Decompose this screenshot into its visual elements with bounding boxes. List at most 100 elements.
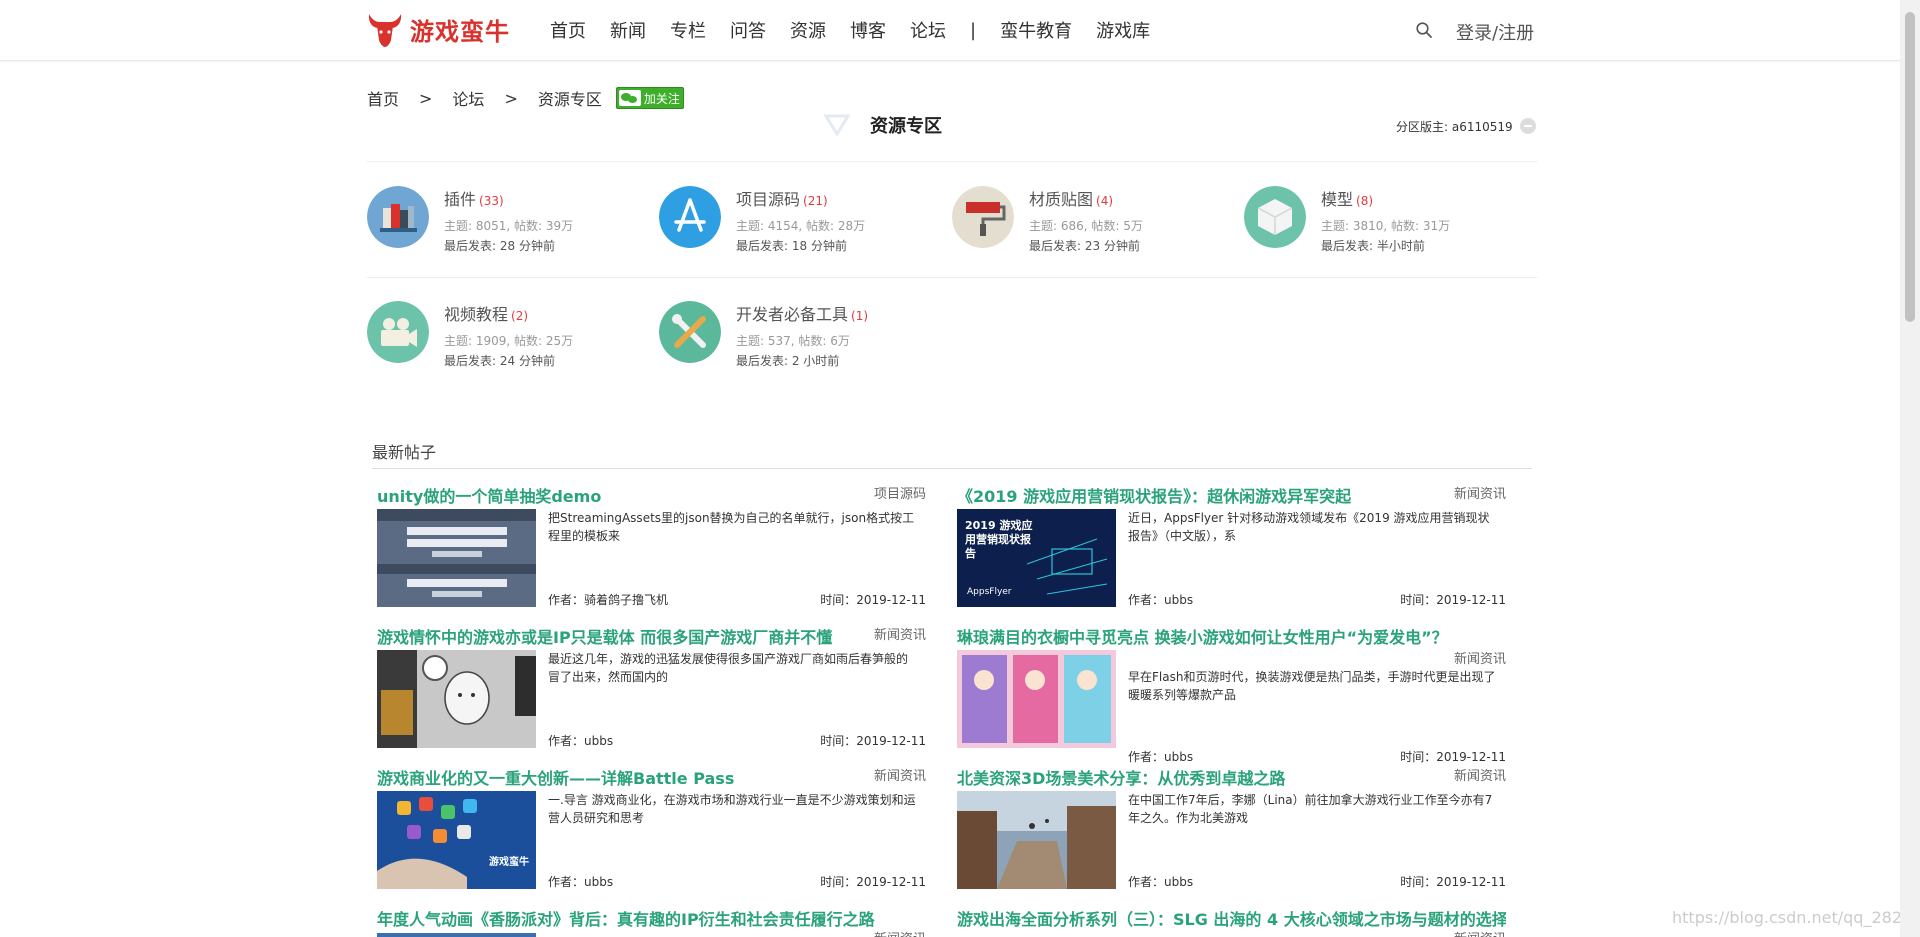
forum-last-post[interactable]: 最后发表: 18 分钟前 [736, 237, 847, 254]
post-author[interactable]: 作者：ubbs [1128, 748, 1193, 765]
post-title[interactable]: 北美资深3D场景美术分享：从优秀到卓越之路 [957, 765, 1285, 789]
nav-resources[interactable]: 资源 [790, 17, 826, 43]
forum-count: (4) [1096, 194, 1114, 208]
forum-last-post[interactable]: 最后发表: 28 分钟前 [444, 237, 555, 254]
nav-qa[interactable]: 问答 [730, 17, 766, 43]
bull-logo-icon [368, 14, 402, 47]
post-author[interactable]: 作者：ubbs [1128, 591, 1193, 608]
post-time: 时间：2019-12-11 [1400, 875, 1506, 889]
forum-last-post[interactable]: 最后发表: 24 分钟前 [444, 352, 555, 369]
post-item: 游戏情怀中的游戏亦或是IP只是载体 而很多国产游戏厂商并不懂 新闻资讯 最近这几… [372, 624, 926, 756]
post-title[interactable]: 游戏商业化的又一重大创新——详解Battle Pass [377, 765, 734, 789]
logo-text: 游戏蛮牛 [410, 17, 510, 46]
forum-name[interactable]: 材质贴图 [1029, 190, 1093, 209]
post-thumbnail[interactable]: 2019 游戏应用营销现状报告 AppsFlyer [957, 509, 1116, 607]
forum-textures[interactable]: 材质贴图 (4) 主题: 686, 帖数: 5万 最后发表: 23 分钟前 [952, 186, 1232, 256]
forum-last-post[interactable]: 最后发表: 23 分钟前 [1029, 237, 1140, 254]
nav-forum[interactable]: 论坛 [910, 17, 946, 43]
forum-stats: 主题: 1909, 帖数: 25万 [444, 334, 574, 348]
forum-count: (2) [511, 309, 529, 323]
forum-stats: 主题: 8051, 帖数: 39万 [444, 219, 574, 233]
forum-name[interactable]: 模型 [1321, 190, 1353, 209]
post-thumbnail[interactable] [957, 791, 1116, 889]
nav-home[interactable]: 首页 [550, 17, 586, 43]
cube-icon [1244, 186, 1306, 248]
post-category[interactable]: 新闻资讯 [1454, 928, 1506, 937]
video-camera-icon [367, 301, 429, 363]
post-title[interactable]: 琳琅满目的衣橱中寻觅亮点 换装小游戏如何让女性用户“为爱发电”？ [957, 624, 1448, 648]
post-item: 《2019 游戏应用营销现状报告》：超休闲游戏异军突起 新闻资讯 2019 游戏… [952, 483, 1506, 615]
post-category[interactable]: 新闻资讯 [1454, 765, 1506, 784]
top-navbar: 游戏蛮牛 首页 新闻 专栏 问答 资源 博客 论坛 | 蛮牛教育 游戏库 登录/… [0, 0, 1900, 61]
post-time: 时间：2019-12-11 [820, 734, 926, 748]
divider [367, 277, 1537, 278]
post-author[interactable]: 作者：骑着鸽子撸飞机 [548, 591, 668, 608]
post-item: unity做的一个简单抽奖demo 项目源码 把StreamingAssets里… [372, 483, 926, 615]
page-scrollbar[interactable] [1900, 0, 1920, 937]
forum-project-source[interactable]: 项目源码 (21) 主题: 4154, 帖数: 28万 最后发表: 18 分钟前 [659, 186, 939, 256]
nav-blog[interactable]: 博客 [850, 17, 886, 43]
post-thumbnail[interactable]: 游戏蛮牛 [377, 791, 536, 889]
post-title[interactable]: 《2019 游戏应用营销现状报告》：超休闲游戏异军突起 [957, 483, 1351, 507]
post-author[interactable]: 作者：ubbs [548, 732, 613, 749]
breadcrumb-resources[interactable]: 资源专区 [538, 86, 602, 110]
post-description: 早在Flash和页游时代，换装游戏便是热门品类，手游时代更是出现了暖暖系列等爆款… [1128, 670, 1496, 702]
forum-dev-tools[interactable]: 开发者必备工具 (1) 主题: 537, 帖数: 6万 最后发表: 2 小时前 [659, 301, 939, 371]
post-category[interactable]: 新闻资讯 [874, 765, 926, 784]
post-category[interactable]: 新闻资讯 [1454, 483, 1506, 502]
post-title[interactable]: 年度人气动画《香肠派对》背后：真有趣的IP衍生和社会责任履行之路 [377, 906, 875, 930]
paint-roller-icon [952, 186, 1014, 248]
forum-plugins[interactable]: 插件 (33) 主题: 8051, 帖数: 39万 最后发表: 28 分钟前 [367, 186, 647, 256]
post-title[interactable]: unity做的一个简单抽奖demo [377, 483, 601, 507]
post-author[interactable]: 作者：ubbs [548, 873, 613, 890]
forum-models[interactable]: 模型 (8) 主题: 3810, 帖数: 31万 最后发表: 半小时前 [1244, 186, 1524, 256]
post-thumbnail[interactable] [377, 933, 536, 937]
post-time: 时间：2019-12-11 [1400, 593, 1506, 607]
forum-count: (1) [851, 309, 869, 323]
scrollbar-thumb[interactable] [1905, 12, 1915, 322]
collapse-icon[interactable] [1520, 118, 1536, 134]
forum-name[interactable]: 视频教程 [444, 305, 508, 324]
search-icon[interactable] [1416, 22, 1432, 38]
post-author[interactable]: 作者：ubbs [1128, 873, 1193, 890]
section-title: 资源专区 [870, 116, 942, 137]
post-item: 游戏出海全面分析系列（三）：SLG 出海的 4 大核心领域之市场与题材的选择 新… [952, 906, 1506, 937]
thumbnail-caption: 2019 游戏应用营销现状报告 [965, 519, 1033, 560]
forum-name[interactable]: 项目源码 [736, 190, 800, 209]
nav-separator: | [970, 19, 977, 41]
forum-name[interactable]: 插件 [444, 190, 476, 209]
forum-last-post[interactable]: 最后发表: 半小时前 [1321, 237, 1425, 254]
post-thumbnail[interactable] [957, 650, 1116, 748]
forum-video-tutorials[interactable]: 视频教程 (2) 主题: 1909, 帖数: 25万 最后发表: 24 分钟前 [367, 301, 647, 371]
app-store-icon [659, 186, 721, 248]
nav-education[interactable]: 蛮牛教育 [1000, 17, 1072, 43]
post-category[interactable]: 新闻资讯 [874, 928, 926, 937]
post-thumbnail[interactable] [377, 650, 536, 748]
post-category[interactable]: 新闻资讯 [1454, 648, 1506, 667]
post-title[interactable]: 游戏情怀中的游戏亦或是IP只是载体 而很多国产游戏厂商并不懂 [377, 624, 832, 648]
nav-column[interactable]: 专栏 [670, 17, 706, 43]
nav-game-library[interactable]: 游戏库 [1096, 17, 1150, 43]
forum-stats: 主题: 537, 帖数: 6万 [736, 334, 850, 348]
post-time: 时间：2019-12-11 [820, 593, 926, 607]
post-category[interactable]: 项目源码 [874, 483, 926, 502]
forum-last-post[interactable]: 最后发表: 2 小时前 [736, 352, 839, 369]
nav-news[interactable]: 新闻 [610, 17, 646, 43]
wechat-follow-button[interactable]: 加关注 [615, 87, 684, 109]
triangle-icon [824, 114, 850, 136]
post-title[interactable]: 游戏出海全面分析系列（三）：SLG 出海的 4 大核心领域之市场与题材的选择 [957, 906, 1506, 930]
tools-icon [659, 301, 721, 363]
breadcrumb-home[interactable]: 首页 [367, 86, 399, 110]
post-category[interactable]: 新闻资讯 [874, 624, 926, 643]
post-description: 把StreamingAssets里的json替换为自己的名单就行，json格式按… [548, 511, 915, 543]
site-logo[interactable]: 游戏蛮牛 [366, 10, 510, 48]
forum-name[interactable]: 开发者必备工具 [736, 305, 848, 324]
main-nav: 首页 新闻 专栏 问答 资源 博客 论坛 | 蛮牛教育 游戏库 [550, 0, 1174, 60]
breadcrumb-forum[interactable]: 论坛 [452, 86, 484, 110]
breadcrumb-separator: > [504, 88, 518, 108]
login-register-link[interactable]: 登录/注册 [1456, 19, 1534, 45]
post-item: 北美资深3D场景美术分享：从优秀到卓越之路 新闻资讯 在中国工作7年后，李娜（L… [952, 765, 1506, 897]
post-description: 在中国工作7年后，李娜（Lina）前往加拿大游戏行业工作至今亦有7年之久。作为北… [1128, 793, 1493, 825]
post-thumbnail[interactable] [377, 509, 536, 607]
latest-posts-title: 最新帖子 [372, 443, 437, 462]
